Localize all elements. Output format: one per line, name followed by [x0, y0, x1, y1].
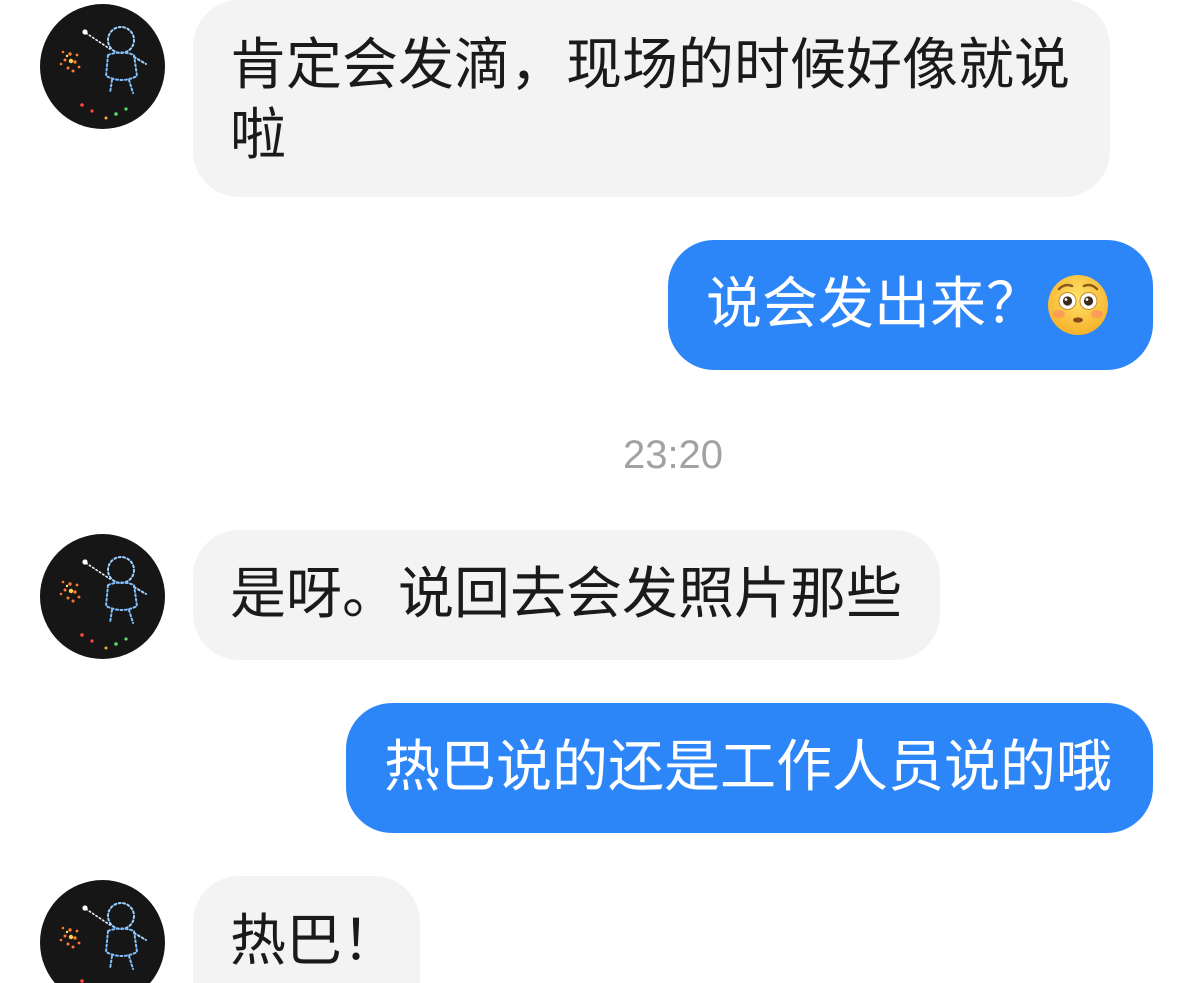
ground-lights: [80, 979, 84, 983]
message-bubble-incoming[interactable]: 肯定会发滴，现场的时候好像就说啦: [193, 0, 1110, 197]
message-text: 是呀。说回去会发照片那些: [230, 562, 902, 627]
message-bubble-incoming[interactable]: 是呀。说回去会发照片那些: [193, 530, 940, 660]
message-row-incoming: 热巴！: [0, 876, 1179, 983]
message-row-outgoing: 说会发出来？: [0, 240, 1179, 370]
chat-screen: 肯定会发滴，现场的时候好像就说啦 说会发出来？ 23:20 是呀。说回去会发照片…: [0, 0, 1179, 983]
avatar[interactable]: [40, 880, 165, 983]
message-bubble-incoming[interactable]: 热巴！: [193, 876, 420, 983]
timestamp: 23:20: [622, 433, 724, 477]
avatar[interactable]: [40, 534, 165, 659]
message-row-outgoing: 热巴说的还是工作人员说的哦: [0, 703, 1179, 833]
message-bubble-outgoing[interactable]: 热巴说的还是工作人员说的哦: [346, 703, 1153, 833]
flushed-face-emoji-icon: [1048, 275, 1108, 335]
message-text: 热巴！: [230, 909, 398, 974]
message-text: 肯定会发滴，现场的时候好像就说啦: [230, 33, 1070, 168]
message-bubble-outgoing[interactable]: 说会发出来？: [668, 240, 1153, 370]
message-row-incoming: 肯定会发滴，现场的时候好像就说啦: [0, 0, 1179, 197]
message-text: 说会发出来？: [706, 272, 1042, 337]
message-text: 热巴说的还是工作人员说的哦: [384, 735, 1112, 800]
message-row-incoming: 是呀。说回去会发照片那些: [0, 530, 1179, 660]
avatar[interactable]: [40, 4, 165, 129]
